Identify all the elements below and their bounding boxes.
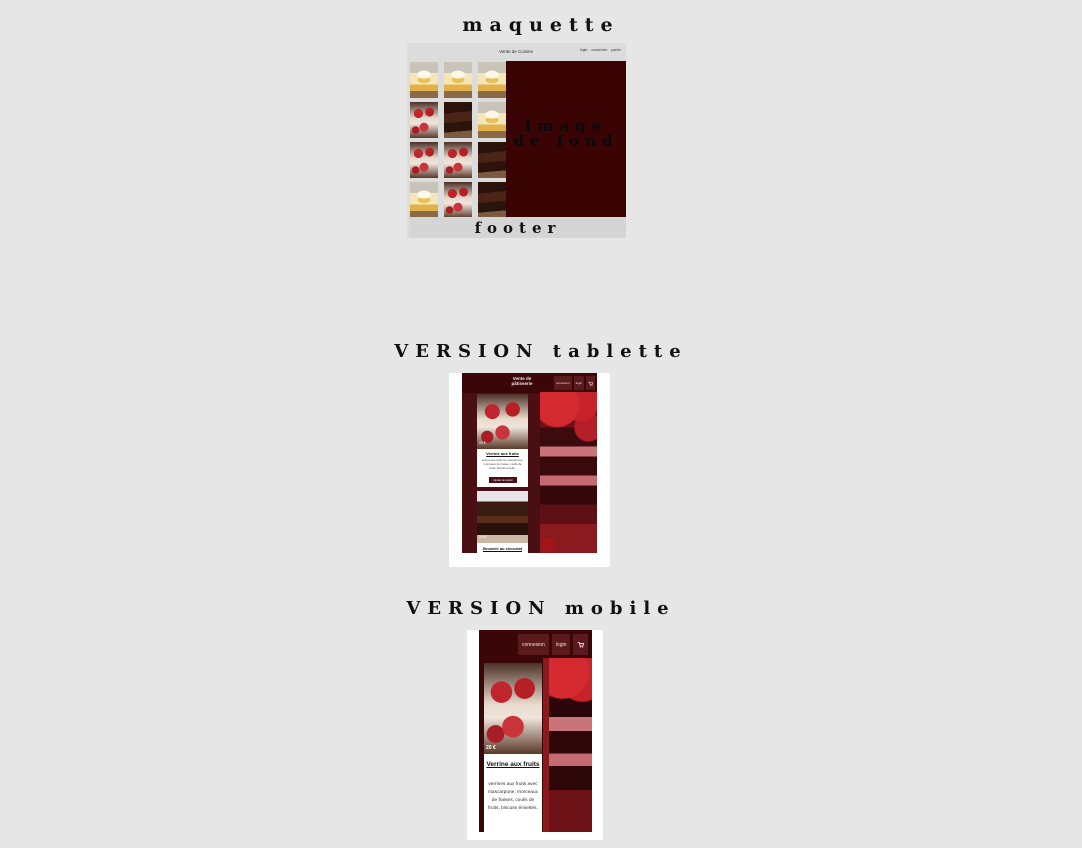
maquette-heading: maquette bbox=[462, 14, 620, 36]
maquette-thumbnail bbox=[444, 182, 472, 218]
tablet-connexion-button[interactable]: connexion bbox=[554, 376, 572, 390]
mobile-preview: connexion login 20 € Verrine aux fruits … bbox=[467, 630, 603, 840]
mobile-heading: VERSION mobile bbox=[406, 598, 676, 619]
tablet-login-button[interactable]: login bbox=[573, 376, 585, 390]
maquette-thumbnail bbox=[478, 102, 506, 138]
mobile-product-price: 20 € bbox=[486, 745, 496, 751]
maquette-footer: footer bbox=[410, 217, 626, 238]
tablet-page: Vente de pâtisserie connexion login 20 €… bbox=[462, 373, 597, 553]
tablet-nav: connexion login bbox=[554, 376, 596, 390]
maquette-product-grid bbox=[410, 62, 508, 218]
maquette-thumbnail bbox=[410, 102, 438, 138]
tablet-add-to-cart-button[interactable]: Ajouter au panier bbox=[489, 477, 517, 483]
cart-icon bbox=[578, 641, 585, 648]
mobile-product-image bbox=[484, 663, 542, 754]
maquette-nav-connexion[interactable]: connexion bbox=[591, 48, 607, 52]
maquette-background-label: Image de fond bbox=[513, 117, 619, 150]
tablet-product-price: 20 € bbox=[479, 535, 486, 539]
mobile-page: connexion login 20 € Verrine aux fruits … bbox=[479, 630, 592, 832]
maquette-thumbnail bbox=[478, 62, 506, 98]
mobile-product-card[interactable]: 20 € Verrine aux fruits verrines aux fru… bbox=[484, 663, 542, 832]
maquette-nav-login[interactable]: login bbox=[580, 48, 587, 52]
maquette-thumbnail bbox=[410, 182, 438, 218]
tablet-product-card[interactable]: 20 € Brownie au chocolat bbox=[477, 491, 528, 553]
tablet-product-description: verrine aux fruits au mascarpone, morcea… bbox=[481, 458, 524, 470]
tablet-product-title[interactable]: Brownie au chocolat bbox=[477, 546, 528, 551]
maquette-nav-panier[interactable]: panier bbox=[611, 48, 621, 52]
tablet-product-card[interactable]: 20 € Verrine aux fruits verrine aux frui… bbox=[477, 394, 528, 487]
tablet-preview: Vente de pâtisserie connexion login 20 €… bbox=[449, 373, 610, 567]
tablet-cart-button[interactable] bbox=[586, 376, 596, 390]
maquette-mockup: Vente de Cuisine login connexion panier … bbox=[407, 43, 626, 238]
mobile-hero-image bbox=[543, 658, 592, 832]
maquette-thumbnail bbox=[410, 142, 438, 178]
cart-icon bbox=[588, 381, 594, 386]
maquette-thumbnail bbox=[478, 182, 506, 218]
maquette-header: Vente de Cuisine login connexion panier bbox=[407, 43, 626, 60]
maquette-thumbnail bbox=[410, 62, 438, 98]
mobile-header: connexion login bbox=[479, 630, 592, 658]
tablet-logo[interactable]: Vente de pâtisserie bbox=[508, 376, 536, 386]
tablet-header: Vente de pâtisserie connexion login bbox=[462, 373, 597, 393]
mobile-product-description: verrines aux fruits avec mascarpone, mor… bbox=[487, 782, 539, 811]
tablet-heading: VERSION tablette bbox=[394, 341, 688, 362]
mobile-connexion-button[interactable]: connexion bbox=[518, 634, 549, 655]
mobile-nav: connexion login bbox=[518, 634, 589, 655]
maquette-thumbnail bbox=[444, 142, 472, 178]
mobile-product-title[interactable]: Verrine aux fruits bbox=[484, 761, 542, 768]
mobile-cart-button[interactable] bbox=[573, 634, 589, 655]
maquette-thumbnail bbox=[444, 102, 472, 138]
maquette-header-title: Vente de Cuisine bbox=[499, 49, 534, 54]
tablet-product-price: 20 € bbox=[479, 441, 486, 445]
maquette-thumbnail bbox=[444, 62, 472, 98]
maquette-thumbnail bbox=[478, 142, 506, 178]
mobile-login-button[interactable]: login bbox=[551, 634, 571, 655]
maquette-background-placeholder: Image de fond bbox=[506, 61, 626, 217]
tablet-hero-image bbox=[540, 392, 597, 553]
maquette-nav: login connexion panier bbox=[580, 48, 621, 52]
tablet-product-title[interactable]: Verrine aux fruits bbox=[477, 451, 528, 456]
